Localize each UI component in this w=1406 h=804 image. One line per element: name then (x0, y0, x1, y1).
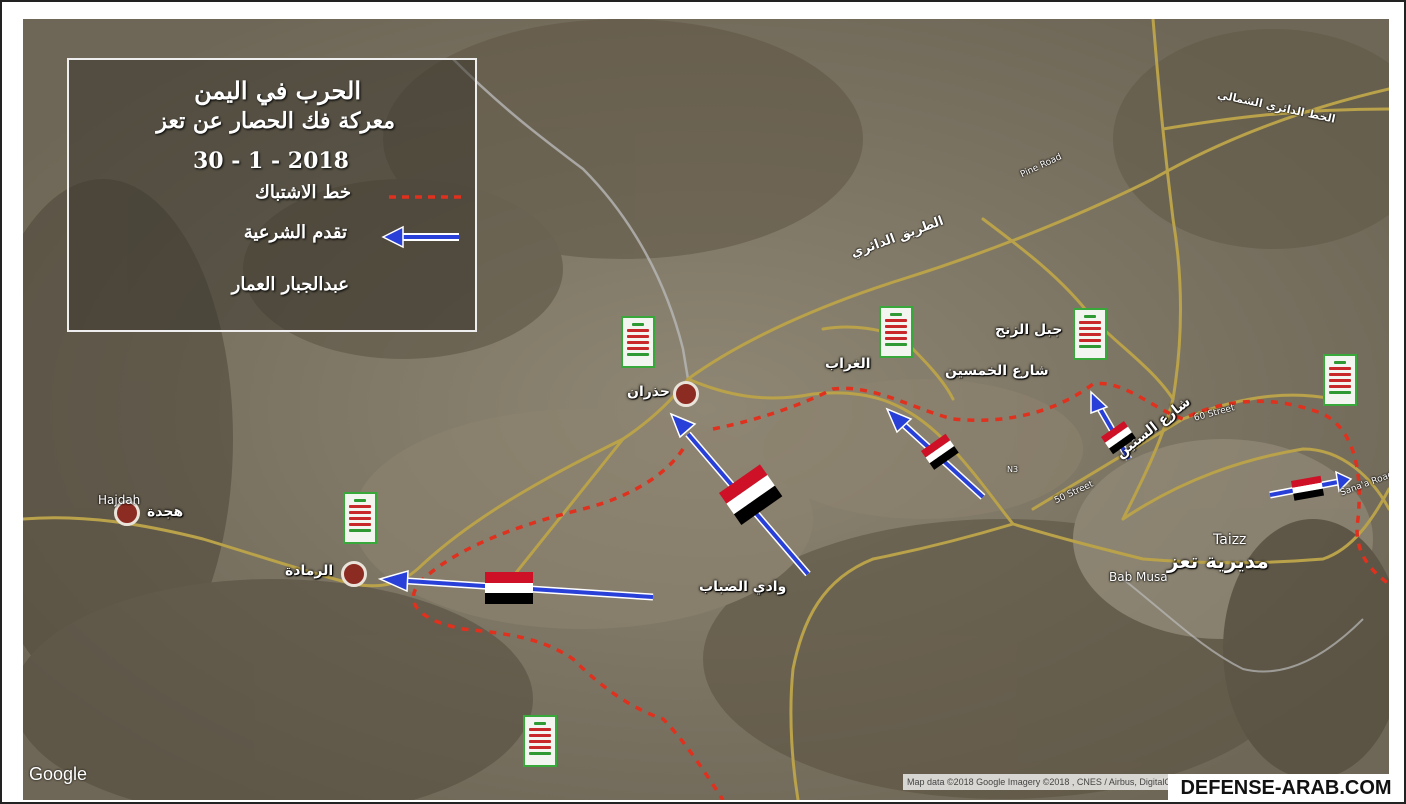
legend-contact-line-label: خط الاشتباك (254, 182, 351, 203)
houthi-slogan-icon (1073, 308, 1107, 360)
place-taizz-district: مديرية تعز (1167, 549, 1269, 573)
map-legend: الحرب في اليمن معركة فك الحصار عن تعز 30… (67, 58, 477, 332)
houthi-slogan-icon (621, 316, 655, 368)
legend-author: عبدالجبار العمار (231, 274, 349, 295)
houthi-slogan-icon (523, 715, 557, 767)
place-jabal-zanj: جبل الزنج (995, 322, 1063, 338)
place-bab-musa: Bab Musa (1109, 570, 1168, 584)
place-taizz-en: Taizz (1213, 532, 1247, 548)
yemen-flag-icon (485, 572, 533, 604)
watermark: DEFENSE-ARAB.COM (1168, 774, 1404, 802)
road-label-n3: N3 (1007, 465, 1019, 474)
place-hadhran: حذران (627, 384, 670, 400)
google-logo: Google (29, 764, 88, 784)
legend-advance-label: تقدم الشرعية (243, 222, 347, 243)
place-wadi-dabab: وادي الضباب (699, 579, 787, 595)
houthi-slogan-icon (1323, 354, 1357, 406)
dashed-line-icon (389, 195, 461, 199)
blue-arrow-icon (381, 225, 459, 249)
satellite-map[interactable]: حذران هجدة Hajdah الرمادة وادي الضباب ال… (23, 19, 1389, 800)
houthi-slogan-icon (343, 492, 377, 544)
location-pin-icon[interactable] (341, 561, 367, 587)
location-pin-icon[interactable] (673, 381, 699, 407)
place-hajdah-en: Hajdah (98, 493, 141, 507)
place-sharie-khamsin: شارع الخمسين (945, 363, 1049, 379)
map-frame: حذران هجدة Hajdah الرمادة وادي الضباب ال… (0, 0, 1406, 804)
houthi-slogan-icon (879, 306, 913, 358)
place-ghurab: الغراب (825, 356, 871, 372)
legend-date: 30 - 1 - 2018 (192, 148, 349, 174)
place-ramadah: الرمادة (285, 563, 334, 579)
legend-subtitle: معركة فك الحصار عن تعز (156, 108, 395, 134)
place-hajdah: هجدة (147, 504, 184, 520)
legend-title: الحرب في اليمن (194, 76, 361, 105)
